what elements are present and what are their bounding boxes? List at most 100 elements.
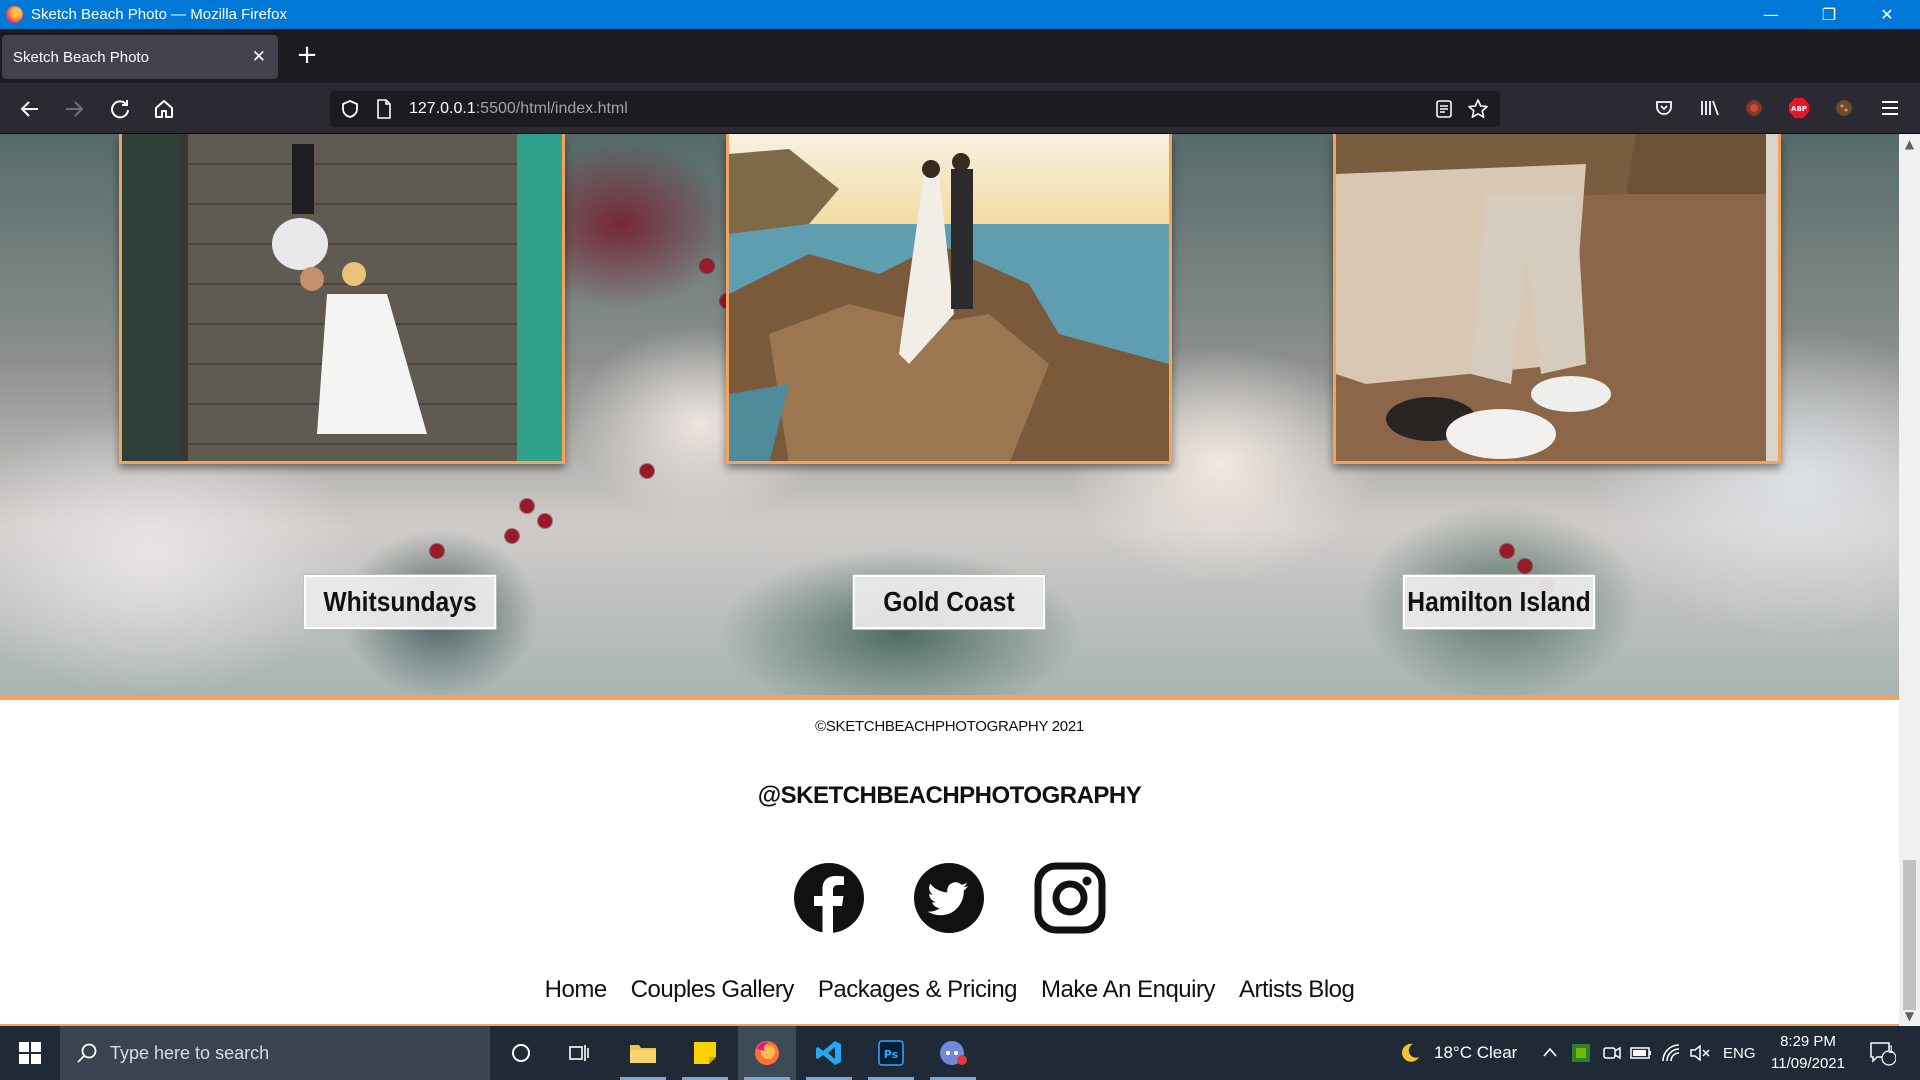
footer-link-couples-gallery[interactable]: Couples Gallery (631, 976, 795, 1004)
location-button-gold-coast[interactable]: Gold Coast (853, 575, 1045, 629)
hero-background: Whitsundays Gold Coast Hamilton Island (0, 134, 1899, 695)
page-icon[interactable] (375, 99, 393, 119)
taskbar-file-explorer[interactable] (614, 1026, 672, 1080)
extension-cookie-icon[interactable] (1832, 96, 1856, 120)
close-window-button[interactable]: ✕ (1858, 0, 1916, 29)
reload-icon (111, 100, 129, 119)
notification-count: 1 (1887, 1044, 1895, 1056)
tab-strip: Sketch Beach Photo ✕ + (0, 29, 1920, 83)
url-path: :5500/html/index.html (475, 100, 628, 117)
footer-link-make-an-enquiry[interactable]: Make An Enquiry (1041, 976, 1215, 1004)
location-button-hamilton-island[interactable]: Hamilton Island (1403, 575, 1595, 629)
berry-decoration (700, 259, 714, 273)
reader-view-icon[interactable] (1434, 99, 1454, 119)
footer-link-artists-blog[interactable]: Artists Blog (1239, 976, 1355, 1004)
windows-logo-icon (19, 1042, 41, 1064)
facebook-icon[interactable] (793, 862, 865, 934)
instagram-icon[interactable] (1034, 862, 1106, 934)
pocket-icon[interactable] (1652, 96, 1676, 120)
berry-decoration (430, 544, 444, 558)
navigation-toolbar: 127.0.0.1:5500/html/index.html ABP (0, 83, 1920, 134)
gallery-photo-gold-coast[interactable] (726, 134, 1172, 464)
clock[interactable]: 8:29 PM 11/09/2021 (1768, 1026, 1848, 1080)
home-button[interactable] (148, 93, 180, 125)
extension-red-icon[interactable] (1742, 96, 1766, 120)
rocks-couple-image (729, 134, 1169, 461)
firefox-icon (755, 1041, 779, 1065)
wifi-icon[interactable] (1660, 1042, 1682, 1064)
menu-hamburger-icon[interactable] (1878, 96, 1902, 120)
moon-weather-icon[interactable] (1398, 1041, 1422, 1065)
footer-link-packages-pricing[interactable]: Packages & Pricing (818, 976, 1018, 1004)
berry-decoration (1500, 544, 1514, 558)
berry-decoration (640, 464, 654, 478)
meet-now-icon[interactable] (1601, 1042, 1623, 1064)
forward-arrow-icon (66, 101, 84, 117)
vscode-icon (816, 1041, 841, 1065)
shield-icon[interactable] (340, 99, 360, 119)
sand-couple-image (1336, 134, 1778, 461)
chevron-up-icon[interactable] (1542, 1045, 1558, 1059)
taskbar-firefox[interactable] (738, 1026, 796, 1080)
taskbar-search-box[interactable]: Type here to search (60, 1026, 490, 1080)
bookmark-star-icon[interactable] (1467, 98, 1489, 120)
scroll-up-arrow-icon[interactable]: ▲ (1899, 134, 1920, 154)
url-text[interactable]: 127.0.0.1:5500/html/index.html (409, 100, 628, 118)
twitter-icon[interactable] (913, 862, 985, 934)
cortana-button[interactable] (492, 1026, 550, 1080)
berry-decoration (1518, 559, 1532, 573)
berry-decoration (505, 529, 519, 543)
boardwalk-couple-image (122, 134, 562, 461)
url-bar[interactable]: 127.0.0.1:5500/html/index.html (330, 91, 1500, 127)
nvidia-tray-icon[interactable] (1570, 1042, 1592, 1064)
back-button[interactable] (14, 93, 46, 125)
home-icon (155, 100, 173, 118)
scroll-down-arrow-icon[interactable]: ▼ (1899, 1006, 1920, 1026)
start-button[interactable] (0, 1026, 60, 1080)
window-title-bar: Sketch Beach Photo — Mozilla Firefox — ❐… (0, 0, 1920, 29)
discord-icon (940, 1041, 967, 1065)
sticky-notes-icon (694, 1042, 716, 1064)
location-button-whitsundays[interactable]: Whitsundays (304, 575, 496, 629)
svg-text:Ps: Ps (884, 1048, 899, 1061)
forward-button[interactable] (58, 93, 90, 125)
cortana-circle-icon (512, 1044, 530, 1062)
restore-button[interactable]: ❐ (1800, 0, 1858, 29)
speaker-muted-icon[interactable] (1688, 1042, 1712, 1064)
berry-decoration (538, 514, 552, 528)
footer-link-home[interactable]: Home (545, 976, 608, 1004)
new-tab-button[interactable]: + (292, 41, 322, 71)
task-view-button[interactable] (550, 1026, 608, 1080)
back-arrow-icon (20, 101, 38, 117)
site-footer: ©SKETCHBEACHPHOTOGRAPHY 2021 @SKETCHBEAC… (0, 700, 1899, 1026)
taskbar-sticky-notes[interactable] (676, 1026, 734, 1080)
adblock-plus-icon[interactable]: ABP (1787, 96, 1811, 120)
search-placeholder: Type here to search (110, 1042, 270, 1063)
taskbar-photoshop[interactable]: Ps (862, 1026, 920, 1080)
search-icon (77, 1043, 97, 1063)
taskbar-vscode[interactable] (800, 1026, 858, 1080)
footer-navigation: Home Couples Gallery Packages & Pricing … (0, 976, 1899, 1004)
tab-label: Sketch Beach Photo (13, 48, 149, 66)
gallery-photo-whitsundays[interactable] (119, 134, 565, 464)
gallery-photo-hamilton-island[interactable] (1333, 134, 1781, 464)
window-title: Sketch Beach Photo — Mozilla Firefox (31, 6, 287, 23)
reload-button[interactable] (104, 93, 136, 125)
battery-icon[interactable] (1629, 1042, 1653, 1064)
clock-date: 11/09/2021 (1771, 1055, 1845, 1072)
scroll-thumb[interactable] (1903, 860, 1916, 1010)
input-language[interactable]: ENG (1723, 1026, 1756, 1080)
weather-text[interactable]: 18°C Clear (1434, 1026, 1517, 1080)
tab-close-icon[interactable]: ✕ (252, 47, 266, 67)
photoshop-icon: Ps (878, 1040, 904, 1066)
vertical-scrollbar[interactable]: ▲ ▼ (1899, 134, 1920, 1026)
task-view-icon (569, 1045, 589, 1061)
tab-sketch-beach-photo[interactable]: Sketch Beach Photo ✕ (2, 35, 278, 79)
svg-text:ABP: ABP (1791, 105, 1807, 113)
taskbar-discord[interactable] (924, 1026, 982, 1080)
folder-icon (630, 1045, 656, 1063)
windows-taskbar: Type here to search Ps 18°C Clear ENG 8:… (0, 1026, 1920, 1080)
berry-decoration (520, 499, 534, 513)
minimize-button[interactable]: — (1742, 0, 1800, 29)
library-icon[interactable] (1698, 96, 1722, 120)
